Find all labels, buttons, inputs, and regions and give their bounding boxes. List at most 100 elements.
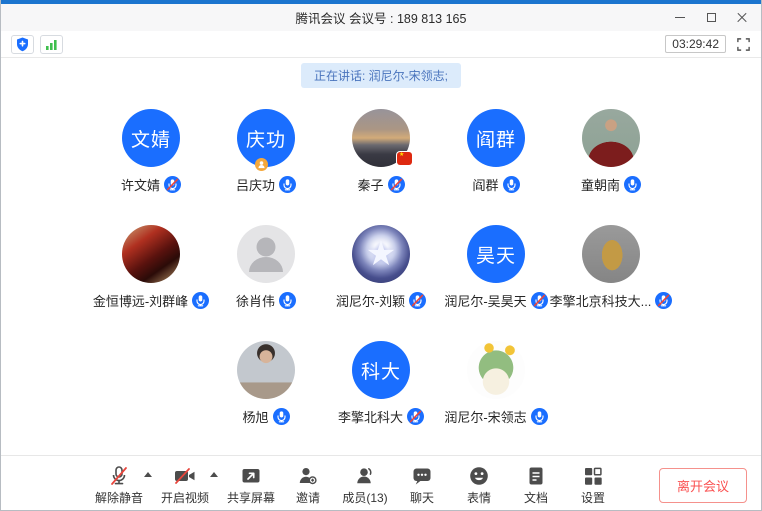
participant-name-row: 润尼尔-吴昊天 — [444, 291, 547, 310]
avatar: 科大 — [352, 341, 410, 399]
participant-name: 徐肖伟 — [236, 291, 275, 310]
mic-muted-icon — [407, 408, 424, 425]
participant-name-row: 徐肖伟 — [236, 291, 296, 310]
avatar: 昊天 — [467, 225, 525, 283]
invite-icon — [296, 463, 320, 488]
participant-cell[interactable]: 徐肖伟 — [209, 225, 324, 310]
security-shield-button[interactable] — [11, 35, 34, 54]
participant-cell[interactable]: 杨旭 — [209, 341, 324, 426]
toolbar: 解除静音 开启视频 共享屏幕 — [1, 455, 761, 511]
participant-cell[interactable]: 润尼尔-宋领志 — [439, 341, 554, 426]
toolbar-item-settings[interactable]: 设置 — [568, 463, 618, 506]
avatar — [237, 341, 295, 399]
avatar — [352, 225, 410, 283]
minimize-button[interactable] — [669, 8, 691, 28]
mic-muted-icon — [531, 292, 548, 309]
participant-name-row: 吕庆功 — [236, 175, 296, 194]
maximize-button[interactable] — [700, 8, 722, 28]
network-signal-button[interactable] — [40, 35, 63, 54]
participant-grid: 文婧 许文婧 — [88, 109, 674, 457]
avatar: 阎群 — [467, 109, 525, 167]
mic-off-icon — [107, 463, 131, 488]
participant-name: 金恒博远-刘群峰 — [93, 291, 188, 310]
fullscreen-button[interactable] — [736, 37, 751, 52]
meeting-statusbar: 03:29:42 — [1, 31, 761, 58]
participant-name: 阎群 — [472, 175, 498, 194]
camera-off-icon — [172, 463, 198, 488]
leave-meeting-button[interactable]: 离开会议 — [659, 468, 747, 503]
members-icon — [353, 463, 377, 488]
close-button[interactable] — [731, 8, 753, 28]
avatar — [582, 109, 640, 167]
toolbar-item-label: 设置 — [581, 489, 605, 506]
window-title: 腾讯会议 会议号 : 189 813 165 — [296, 8, 467, 27]
network-signal-icon — [45, 38, 58, 51]
chat-icon — [410, 463, 434, 488]
mic-on-icon — [503, 176, 520, 193]
toolbar-item-invite[interactable]: 邀请 — [283, 463, 333, 506]
participant-name: 润尼尔-吴昊天 — [444, 291, 526, 310]
participant-cell[interactable]: 秦子 — [324, 109, 439, 194]
mic-on-icon — [192, 292, 209, 309]
toolbar-item-emoji[interactable]: 表情 — [454, 463, 504, 506]
avatar: 文婧 — [122, 109, 180, 167]
participant-cell[interactable]: 昊天 润尼尔-吴昊天 — [439, 225, 554, 310]
participant-name-row: 阎群 — [472, 175, 519, 194]
participant-name: 许文婧 — [121, 175, 160, 194]
toolbar-item-members[interactable]: 成员(13) — [340, 463, 390, 506]
toolbar-item-label: 开启视频 — [161, 489, 209, 506]
participant-name-row: 润尼尔-刘颖 — [336, 291, 426, 310]
mic-on-icon — [279, 292, 296, 309]
toolbar-item-docs[interactable]: 文档 — [511, 463, 561, 506]
toolbar-item-label: 成员(13) — [342, 489, 387, 506]
settings-icon — [581, 463, 605, 488]
participant-cell[interactable]: 金恒博远-刘群峰 — [94, 225, 209, 310]
participant-name: 吕庆功 — [236, 175, 275, 194]
avatar — [122, 225, 180, 283]
meeting-window: 腾讯会议 会议号 : 189 813 165 03:29:42 — [0, 0, 762, 511]
toolbar-item-chat[interactable]: 聊天 — [397, 463, 447, 506]
flag-badge-icon — [397, 152, 412, 165]
video-dropdown-arrow[interactable] — [210, 472, 218, 477]
mic-muted-icon — [655, 292, 672, 309]
meeting-timer: 03:29:42 — [665, 35, 726, 53]
toolbar-item-unmute[interactable]: 解除静音 — [94, 463, 144, 506]
participant-cell[interactable]: 李擎北京科技大... — [554, 225, 669, 310]
toolbar-item-label: 解除静音 — [95, 489, 143, 506]
window-controls — [669, 4, 753, 31]
participant-cell[interactable]: 阎群 阎群 — [439, 109, 554, 194]
speaking-banner: 正在讲话: 润尼尔-宋领志; — [301, 63, 461, 88]
participant-name: 童朝南 — [581, 175, 620, 194]
mic-on-icon — [273, 408, 290, 425]
share-screen-icon — [239, 463, 263, 488]
toolbar-item-label: 聊天 — [410, 489, 434, 506]
mic-on-icon — [531, 408, 548, 425]
meeting-main-area: 正在讲话: 润尼尔-宋领志; 文婧 许文婧 — [1, 58, 761, 455]
avatar — [237, 225, 295, 283]
host-badge-icon — [255, 158, 268, 171]
participant-cell[interactable]: 文婧 许文婧 — [94, 109, 209, 194]
mic-dropdown-arrow[interactable] — [144, 472, 152, 477]
participant-cell[interactable]: 润尼尔-刘颖 — [324, 225, 439, 310]
participant-name: 润尼尔-宋领志 — [444, 407, 526, 426]
fullscreen-icon — [736, 37, 751, 52]
toolbar-item-start-video[interactable]: 开启视频 — [160, 463, 210, 506]
security-shield-icon — [16, 37, 29, 52]
toolbar-item-share-screen[interactable]: 共享屏幕 — [226, 463, 276, 506]
mic-muted-icon — [388, 176, 405, 193]
mic-muted-icon — [164, 176, 181, 193]
participant-cell[interactable]: 科大 李擎北科大 — [324, 341, 439, 426]
default-avatar-icon — [237, 225, 295, 283]
toolbar-item-label: 表情 — [467, 489, 491, 506]
participant-name-row: 李擎北京科技大... — [550, 291, 673, 310]
emoji-icon — [467, 463, 491, 488]
participant-name: 李擎北京科技大... — [550, 291, 652, 310]
toolbar-item-label: 邀请 — [296, 489, 320, 506]
participant-name: 李擎北科大 — [338, 407, 403, 426]
mic-on-icon — [624, 176, 641, 193]
participant-name-row: 杨旭 — [242, 407, 289, 426]
participant-name-row: 金恒博远-刘群峰 — [93, 291, 209, 310]
participant-cell[interactable]: 童朝南 — [554, 109, 669, 194]
participant-cell[interactable]: 庆功 吕庆功 — [209, 109, 324, 194]
participant-name: 秦子 — [357, 175, 383, 194]
